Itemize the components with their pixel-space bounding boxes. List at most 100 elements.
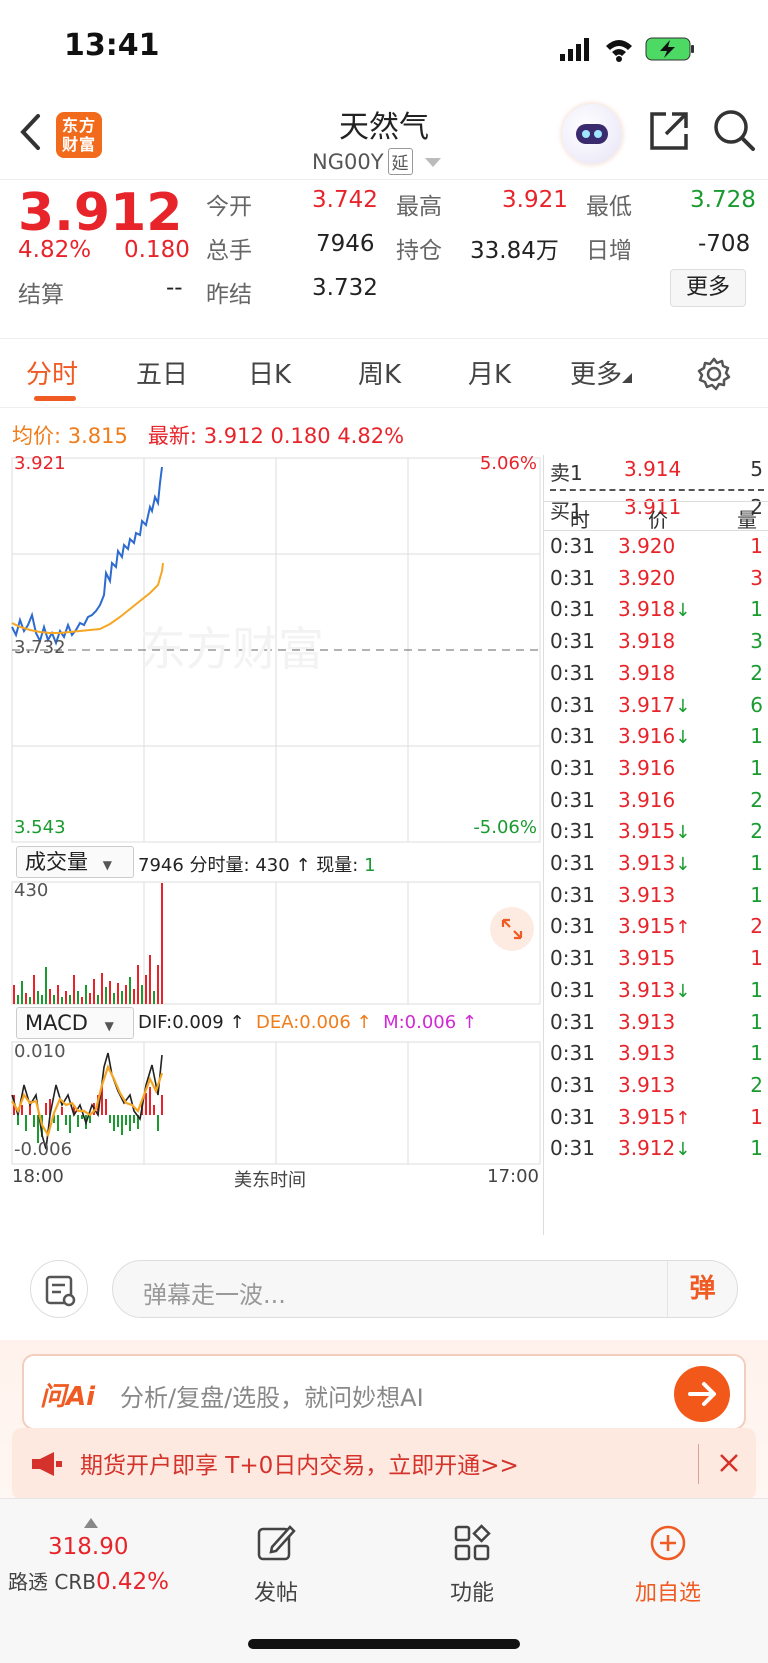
trade-price-value: 3.913 — [618, 882, 676, 907]
ai-logo: 问Ai — [40, 1382, 96, 1412]
trade-volume: 1 — [750, 597, 763, 622]
comment-settings-button[interactable] — [30, 1260, 88, 1318]
change-value: 0.180 — [124, 237, 190, 263]
col-volume: 量 — [737, 508, 757, 532]
nav-add-watchlist[interactable]: 加自选 — [628, 1523, 708, 1607]
trade-time: 0:31 — [550, 660, 595, 685]
pct-max-label: 5.06% — [479, 453, 537, 474]
tab-weekly-k[interactable]: 周K — [358, 354, 401, 391]
trade-time: 0:31 — [550, 914, 595, 939]
trade-volume: 2 — [750, 819, 763, 844]
chart-canvas: 东方财富 — [11, 457, 541, 1165]
promo-banner[interactable]: 期货开户即享 T+0日内交易，立即开通>> — [12, 1428, 756, 1500]
trade-volume: 3 — [750, 565, 763, 590]
trade-price: 3.913 — [618, 1041, 675, 1065]
macd-indicator-label: MACD — [25, 1011, 88, 1035]
nav-index-ticker[interactable]: 318.90 路透 CRB0.42% — [8, 1509, 178, 1595]
book-divider — [550, 489, 764, 491]
trade-volume: 1 — [750, 946, 763, 971]
ai-input-box[interactable]: 问Ai 分析/复盘/选股，就问妙想AI — [22, 1354, 746, 1430]
trade-price: 3.918 — [618, 661, 675, 685]
tab-monthly-k[interactable]: 月K — [468, 354, 511, 391]
more-button[interactable]: 更多 — [670, 269, 746, 307]
latest-change-pct: 4.82% — [337, 424, 405, 448]
edit-icon — [257, 1525, 296, 1561]
tab-five-day[interactable]: 五日 — [136, 354, 188, 391]
trade-price-value: 3.913 — [618, 977, 676, 1002]
code-text: NG00Y — [312, 150, 384, 174]
dropdown-arrow-icon: ▼ — [104, 1019, 114, 1033]
trade-time: 0:31 — [550, 534, 595, 558]
assistant-avatar[interactable] — [562, 104, 622, 164]
trade-row: 0:31 3.918↓ 1 — [544, 597, 768, 630]
nav-function[interactable]: 功能 — [440, 1523, 504, 1607]
trade-time: 0:31 — [550, 819, 595, 844]
settings-gear-icon[interactable] — [696, 356, 732, 392]
trade-price-value: 3.915 — [618, 914, 676, 939]
trade-direction-icon: ↑ — [675, 1107, 691, 1129]
open-value: 3.742 — [312, 187, 378, 213]
volume-value: 7946 — [316, 231, 375, 257]
latest-label: 最新: — [147, 424, 197, 448]
trade-time: 0:31 — [550, 755, 595, 780]
contract-code[interactable]: NG00Y 延 — [312, 148, 442, 175]
expand-chart-button[interactable] — [490, 907, 534, 951]
daily-inc-label: 日增 — [586, 238, 632, 264]
trade-volume: 1 — [750, 1104, 763, 1129]
trade-price: 3.913 — [618, 1010, 675, 1034]
close-icon[interactable] — [718, 1452, 740, 1474]
nav-post[interactable]: 发帖 — [244, 1523, 308, 1607]
battery-icon — [645, 37, 694, 61]
y-max-label: 3.921 — [14, 453, 66, 474]
trade-volume: 2 — [750, 787, 763, 812]
trade-price: 3.920 — [618, 534, 675, 558]
price-line — [11, 466, 163, 646]
share-icon[interactable] — [648, 110, 690, 152]
trades-header: 时 价 量 — [544, 501, 768, 532]
comment-bar: 弹幕走一波... 弹 — [0, 1238, 768, 1340]
trade-volume: 1 — [750, 882, 763, 907]
tab-intraday[interactable]: 分时 — [26, 354, 78, 391]
trade-time: 0:31 — [550, 1136, 595, 1161]
nav-function-label: 功能 — [449, 1581, 494, 1606]
search-icon[interactable] — [712, 108, 756, 152]
intraday-chart[interactable]: 东方财富 3.921 3.732 3.543 5.06% -5.06% 成交量 … — [0, 453, 543, 1235]
daily-inc-value: -708 — [698, 231, 751, 257]
trade-row: 0:31 3.920 1 — [544, 534, 768, 567]
trade-price: 3.920 — [618, 566, 675, 590]
trade-price: 3.917↓ — [618, 693, 690, 717]
trade-volume: 1 — [750, 977, 763, 1002]
trade-volume: 2 — [750, 1072, 763, 1097]
trade-row: 0:31 3.920 3 — [544, 566, 768, 599]
settle-label: 结算 — [18, 282, 64, 308]
oi-value: 33.84万 — [470, 238, 559, 264]
trade-time: 0:31 — [550, 1104, 595, 1129]
volume-indicator-select[interactable]: 成交量 ▼ — [16, 846, 134, 878]
volume-bars — [13, 883, 163, 1004]
trade-row: 0:31 3.913 1 — [544, 883, 768, 916]
trade-time: 0:31 — [550, 882, 595, 907]
trade-price-value: 3.918 — [618, 660, 676, 685]
trade-row: 0:31 3.913 1 — [544, 1010, 768, 1043]
danmu-input[interactable]: 弹幕走一波... 弹 — [112, 1260, 738, 1318]
danmu-toggle-button[interactable]: 弹 — [667, 1261, 737, 1317]
trade-time: 0:31 — [550, 565, 595, 590]
arrow-right-icon — [688, 1382, 716, 1406]
macd-indicator-select[interactable]: MACD ▼ — [16, 1007, 134, 1039]
nav-add-watchlist-label: 加自选 — [634, 1581, 701, 1606]
trade-volume: 1 — [750, 851, 763, 875]
chart-tabs: 分时 五日 日K 周K 月K 更多 — [0, 340, 768, 408]
trade-row: 0:31 3.918 3 — [544, 629, 768, 662]
dropdown-arrow-icon: ▼ — [102, 858, 112, 872]
ai-submit-button[interactable] — [674, 1366, 730, 1422]
trade-price-value: 3.915 — [618, 1104, 676, 1129]
tab-daily-k[interactable]: 日K — [248, 354, 291, 391]
tab-more[interactable]: 更多 — [570, 354, 633, 391]
volume-indicator-label: 成交量 — [25, 850, 88, 874]
trade-price-value: 3.913 — [618, 1041, 676, 1066]
trade-row: 0:31 3.918 2 — [544, 661, 768, 694]
bottom-nav: 318.90 路透 CRB0.42% 发帖 功能 加自选 — [0, 1498, 768, 1663]
trade-row: 0:31 3.915↓ 2 — [544, 819, 768, 852]
trade-direction-icon: ↓ — [675, 695, 691, 717]
trade-direction-icon: ↓ — [675, 727, 691, 749]
